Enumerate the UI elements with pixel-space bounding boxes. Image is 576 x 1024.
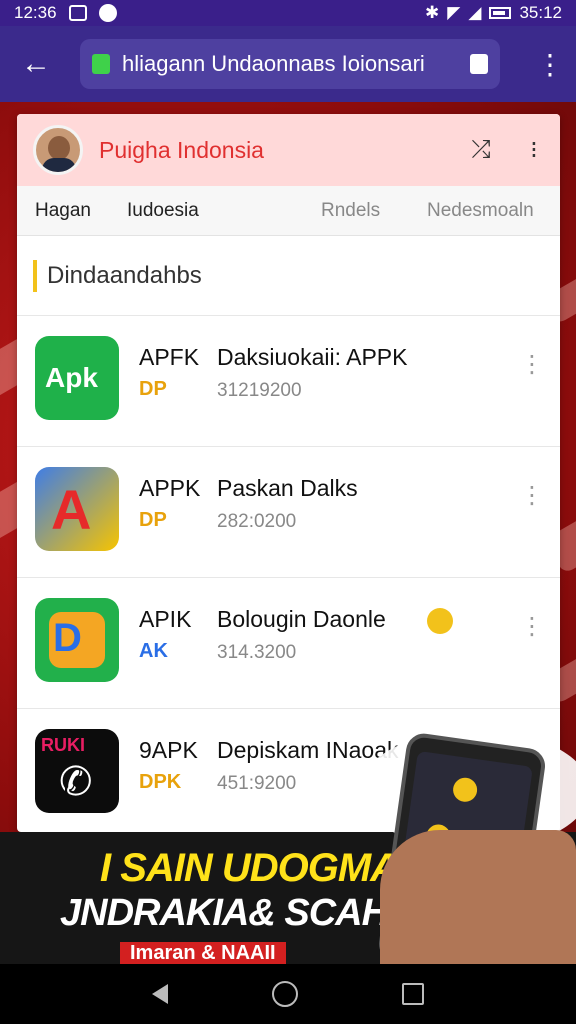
more-options-icon[interactable]: ⋮ <box>520 612 544 641</box>
a-logo-icon: A <box>35 467 119 551</box>
app-title: Bolougin Daonle <box>217 606 386 632</box>
app-name: 9APK <box>139 737 198 763</box>
app-size: 451:9200 <box>217 773 297 794</box>
app-notification-icon <box>98 4 117 22</box>
nav-back-icon[interactable] <box>152 984 168 1004</box>
wifi-icon: ◤ <box>447 3 461 22</box>
section-accent-bar <box>33 259 37 292</box>
message-icon <box>68 5 87 21</box>
browser-menu-icon[interactable]: ⋮ <box>536 48 564 81</box>
tab-rndels[interactable]: Rndels <box>321 200 427 222</box>
app-badge: DP <box>139 378 167 400</box>
browser-toolbar: ← hliagann Undaonnaвs Ioionsari ⋮ <box>0 26 576 102</box>
phone-call-icon: RUKI ✆ <box>35 729 119 813</box>
banner-subheadline: JNDRAKIA& SCAHK <box>60 892 415 934</box>
app-name: APIK <box>139 606 192 632</box>
tab-nedesmoaln[interactable]: Nedesmoaln <box>427 200 534 222</box>
nav-home-icon[interactable] <box>272 981 298 1007</box>
banner-tagline: Imaran & NAAII <box>120 942 286 964</box>
app-badge: AK <box>139 640 168 662</box>
coin-icon <box>427 608 453 634</box>
battery-icon <box>489 7 512 19</box>
app-name: APPK <box>139 475 201 501</box>
tab-iudoesia[interactable]: Iudoesia <box>127 200 321 222</box>
status-bar: 12:36 ✱ ◤ ◢ 35:12 <box>0 0 576 26</box>
app-size: 31219200 <box>217 380 302 401</box>
list-item[interactable]: Apk APFK DP Daksiuokaii: APPK 31219200 ⋮ <box>17 316 560 447</box>
section-header: Dindaandahbs <box>17 236 560 316</box>
more-options-icon[interactable]: ⋮ <box>520 350 544 379</box>
page-title: Puigha Indonsia <box>99 136 264 163</box>
nav-recents-icon[interactable] <box>402 983 424 1005</box>
list-item[interactable]: D APIK AK Bolougin Daonle 314.3200 ⋮ <box>17 578 560 709</box>
d-logo-icon: D <box>35 598 119 682</box>
signal-icon: ◢ <box>468 3 482 22</box>
app-badge: DP <box>139 509 167 531</box>
banner-headline: I SAIN UDOGMAT <box>100 846 420 890</box>
app-title: Paskan Dalks <box>217 475 358 501</box>
back-arrow-icon[interactable]: ← <box>16 47 56 81</box>
system-nav-bar <box>0 964 576 1024</box>
content-card: Puigha Indonsia ⤮ ⁝ Hagan Iudoesia Rndel… <box>17 114 560 832</box>
bluetooth-icon: ✱ <box>425 3 440 22</box>
status-right-time: 35:12 <box>519 3 562 22</box>
more-options-icon[interactable]: ⋮ <box>520 481 544 510</box>
tab-hagan[interactable]: Hagan <box>35 200 127 222</box>
hand-illustration <box>380 830 576 964</box>
app-badge: DPK <box>139 771 182 793</box>
list-item[interactable]: A APPK DP Paskan Dalks 282:0200 ⋮ <box>17 447 560 578</box>
section-title: Dindaandahbs <box>47 261 202 289</box>
share-icon[interactable]: ⤮ <box>466 136 496 164</box>
more-options-icon[interactable]: ⁝ <box>524 136 544 165</box>
app-size: 282:0200 <box>217 511 297 532</box>
url-bar[interactable]: hliagann Undaonnaвs Ioionsari <box>80 39 500 89</box>
lock-icon <box>92 54 110 74</box>
tab-bar: Hagan Iudoesia Rndels Nedesmoaln <box>17 186 560 236</box>
site-info-icon[interactable] <box>470 54 488 74</box>
app-size: 314.3200 <box>217 642 297 663</box>
app-title: Daksiuokaii: APPK <box>217 344 408 370</box>
url-text: hliagann Undaonnaвs Ioionsari <box>122 51 425 76</box>
app-title: Depiskam INaoak <box>217 737 399 763</box>
app-name: APFK <box>139 344 200 370</box>
avatar[interactable] <box>33 125 83 175</box>
apk-green-icon: Apk <box>35 336 119 420</box>
status-time: 12:36 <box>14 3 57 22</box>
card-header: Puigha Indonsia ⤮ ⁝ <box>17 114 560 186</box>
